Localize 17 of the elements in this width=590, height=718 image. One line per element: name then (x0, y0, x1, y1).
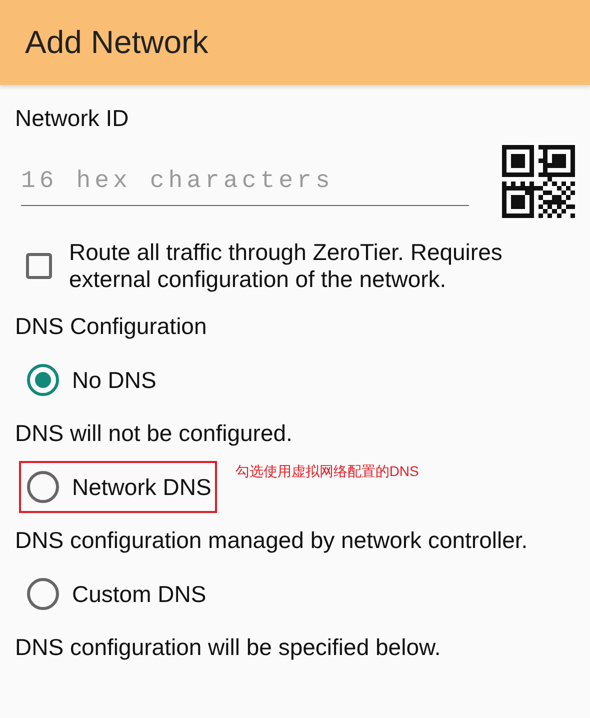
radio-label: Network DNS (72, 474, 212, 500)
screen-title: Add Network (25, 24, 208, 61)
radio-label: No DNS (72, 366, 156, 394)
radio-button[interactable] (27, 578, 59, 610)
checkbox-label: Route all traffic through ZeroTier. Requires external configuration of the network. (69, 239, 504, 293)
radio-label: Custom DNS (72, 580, 206, 608)
option-description: DNS configuration will be specified below. (15, 634, 442, 661)
network-id-field[interactable]: 16 hex characters (21, 157, 469, 206)
radio-button[interactable] (27, 471, 59, 503)
option-description: DNS will not be configured. (15, 420, 294, 447)
qr-code-icon[interactable] (502, 144, 575, 219)
annotation-note: 勾选使用虚拟网络配置的DNS (235, 463, 419, 481)
checkbox[interactable] (26, 253, 52, 279)
radio-button[interactable] (27, 364, 59, 396)
option-description: DNS configuration managed by network controller. (15, 527, 529, 554)
section-heading: DNS Configuration (15, 313, 208, 340)
field-label: Network ID (15, 105, 130, 132)
